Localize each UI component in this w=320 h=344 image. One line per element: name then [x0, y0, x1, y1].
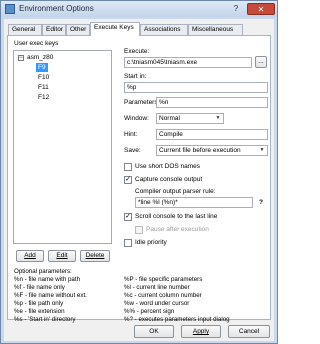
optional-param-left: %p - file path only: [14, 300, 64, 307]
chevron-down-icon: ▼: [259, 147, 265, 153]
tree-item-f9[interactable]: F9: [36, 63, 48, 72]
window-label: Window:: [124, 115, 149, 122]
optional-param-right: %c - current column number: [124, 292, 202, 299]
collapse-icon[interactable]: −: [18, 55, 24, 61]
optional-param-left: %s - 'Start in' directory: [14, 316, 76, 323]
user-exec-keys-label: User exec keys: [14, 40, 59, 47]
delete-button[interactable]: Delete: [80, 250, 110, 262]
scroll-console-label: Scroll console to the last line: [135, 213, 218, 220]
exec-keys-tree[interactable]: − asm_z80 F9 F10 F11 F12: [13, 50, 112, 244]
execute-input[interactable]: c:\tniasm045\tniasm.exe: [124, 57, 252, 68]
parameters-input[interactable]: %n: [156, 97, 268, 108]
start-in-input[interactable]: %p: [124, 82, 268, 93]
optional-parameters-title: Optional parameters:: [14, 268, 72, 275]
app-icon: [5, 4, 15, 14]
browse-button[interactable]: ...: [255, 56, 267, 68]
parser-rule-label: Compiler output parser rule:: [135, 188, 216, 195]
parameters-label: Parameters:: [124, 99, 160, 106]
tree-item-f11[interactable]: F11: [38, 83, 49, 92]
tab-associations[interactable]: Associations: [140, 24, 188, 35]
parser-rule-input[interactable]: *line %l (%n)*: [135, 197, 253, 208]
hint-label: Hint:: [124, 131, 138, 138]
close-button[interactable]: ✕: [247, 3, 275, 15]
window-select-value: Normal: [159, 115, 180, 122]
title-bar[interactable]: Environment Options ? ✕: [1, 1, 277, 17]
optional-param-right: %l - current line number: [124, 284, 190, 291]
help-button[interactable]: ?: [227, 3, 245, 15]
optional-param-left: %n - file name with path: [14, 276, 81, 283]
window-select[interactable]: Normal ▼: [156, 113, 224, 124]
cancel-button[interactable]: Cancel: [228, 325, 270, 338]
edit-button[interactable]: Edit: [48, 250, 76, 262]
execute-keys-page: User exec keys − asm_z80 F9 F10 F11 F12 …: [7, 35, 271, 323]
tab-execute-keys[interactable]: Execute Keys: [90, 22, 140, 36]
idle-priority-label: Idle priority: [135, 239, 167, 246]
hint-input[interactable]: Compile: [156, 129, 268, 140]
pause-after-execution-label: Pause after execution: [146, 226, 209, 233]
delete-button-label: Delete: [85, 252, 105, 259]
tab-editor[interactable]: Editor: [42, 24, 66, 35]
window-title: Environment Options: [19, 4, 94, 13]
save-label: Save:: [124, 147, 141, 154]
ok-button[interactable]: OK: [134, 325, 174, 338]
tab-miscellaneous[interactable]: Miscellaneous: [188, 24, 243, 35]
optional-param-right: %P - file specific parameters: [124, 276, 203, 283]
save-select-value: Current file before execution: [159, 147, 241, 154]
pause-after-execution-checkbox[interactable]: [135, 226, 143, 234]
tree-root-asm-z80[interactable]: asm_z80: [27, 53, 53, 62]
apply-button-label: Apply: [192, 328, 210, 335]
save-select[interactable]: Current file before execution ▼: [156, 145, 268, 156]
optional-param-left: %e - file extension: [14, 308, 65, 315]
tree-item-f12[interactable]: F12: [38, 93, 49, 102]
tab-general[interactable]: General: [8, 24, 42, 35]
dialog-client: General Editor Other Execute Keys Associ…: [4, 19, 274, 341]
capture-console-checkbox[interactable]: ✓: [124, 176, 132, 184]
scroll-console-checkbox[interactable]: ✓: [124, 213, 132, 221]
optional-param-right: %% - percent sign: [124, 308, 175, 315]
parser-help-icon[interactable]: ?: [259, 199, 263, 206]
tree-item-f10[interactable]: F10: [38, 73, 49, 82]
short-dos-names-label: Use short DOS names: [135, 163, 201, 170]
optional-param-left: %F - file name without ext.: [14, 292, 87, 299]
tab-other[interactable]: Other: [66, 24, 90, 35]
short-dos-names-checkbox[interactable]: [124, 163, 132, 171]
apply-button[interactable]: Apply: [181, 325, 221, 338]
add-button-label: Add: [24, 252, 36, 259]
environment-options-window: Environment Options ? ✕ General Editor O…: [0, 0, 278, 344]
capture-console-label: Capture console output: [135, 176, 203, 183]
edit-button-label: Edit: [56, 252, 68, 259]
start-in-label: Start in:: [124, 73, 147, 80]
chevron-down-icon: ▼: [215, 115, 221, 121]
idle-priority-checkbox[interactable]: [124, 239, 132, 247]
add-button[interactable]: Add: [16, 250, 44, 262]
optional-param-left: %f - file name only: [14, 284, 65, 291]
optional-param-right: %? - executes parameters input dialog: [124, 316, 230, 323]
execute-label: Execute:: [124, 48, 150, 55]
optional-param-right: %w - word under cursor: [124, 300, 190, 307]
